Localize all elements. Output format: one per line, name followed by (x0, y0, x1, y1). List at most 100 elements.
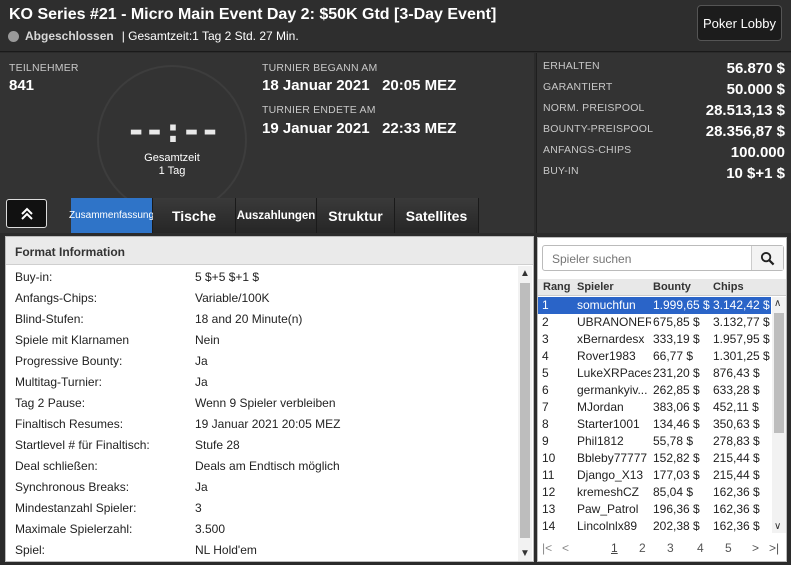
player-rank: 12 (542, 485, 556, 499)
player-search-input[interactable] (552, 252, 752, 266)
player-chips: 876,43 $ (713, 366, 760, 380)
player-rank: 11 (542, 468, 555, 482)
player-list-panel: Rang Spieler Bounty Chips 1 somuchfun 1.99… (537, 237, 787, 562)
format-row-label: Mindestanzahl Spieler: (15, 501, 137, 515)
stat-label: NORM. PREISPOOL (543, 102, 645, 114)
player-bounty: 177,03 $ (653, 468, 700, 482)
column-player[interactable]: Spieler (577, 281, 614, 293)
tab-payouts[interactable]: Auszahlungen (236, 198, 317, 233)
collapse-button[interactable] (6, 199, 47, 228)
player-row[interactable]: 9 Phil1812 55,78 $ 278,83 $ (538, 433, 771, 450)
status-row: Abgeschlossen | Gesamtzeit:1 Tag 2 Std. … (8, 29, 299, 43)
player-row[interactable]: 4 Rover1983 66,77 $ 1.301,25 $ (538, 348, 771, 365)
clock-digits: --:-- (125, 111, 220, 151)
player-bounty: 383,06 $ (653, 400, 700, 414)
scroll-up-icon[interactable]: ▲ (520, 268, 530, 279)
format-row-label: Spiele mit Klarnamen (15, 333, 130, 347)
player-table-header: Rang Spieler Bounty Chips (538, 279, 786, 296)
player-rank: 2 (542, 315, 549, 329)
format-row-label: Startlevel # für Finaltisch: (15, 438, 150, 452)
player-rank: 1 (542, 298, 549, 312)
player-row[interactable]: 12 kremeshCZ 85,04 $ 162,36 $ (538, 484, 771, 501)
stat-label: GARANTIERT (543, 81, 613, 93)
started-label: TURNIER BEGANN AM (262, 62, 378, 74)
player-name: Starter1001 (577, 417, 640, 431)
player-row[interactable]: 7 MJordan 383,06 $ 452,11 $ (538, 399, 771, 416)
player-name: Paw_Patrol (577, 502, 639, 516)
search-button[interactable] (751, 246, 783, 270)
player-rank: 5 (542, 366, 549, 380)
stat-prize-pool: NORM. PREISPOOL 28.513,13 $ (543, 102, 785, 119)
player-chips: 215,44 $ (713, 468, 760, 482)
format-row-value: 5 $+5 $+1 $ (195, 270, 260, 284)
column-chips[interactable]: Chips (713, 281, 744, 293)
format-row-value: Variable/100K (195, 291, 270, 305)
format-row-value: Ja (195, 480, 208, 494)
player-bounty: 1.999,65 $ (653, 298, 710, 312)
player-row[interactable]: 1 somuchfun 1.999,65 $3.142,42 $ (538, 297, 771, 314)
player-bounty: 152,82 $ (653, 451, 700, 465)
player-rank: 8 (542, 417, 549, 431)
player-name: Rover1983 (577, 349, 636, 363)
format-row-value: Nein (195, 333, 220, 347)
page-4[interactable]: 4 (697, 541, 704, 555)
format-row-value: NL Hold'em (195, 543, 257, 557)
scroll-up-icon[interactable]: ∧ (774, 298, 781, 309)
player-row[interactable]: 11 Django_X13 177,03 $ 215,44 $ (538, 467, 771, 484)
player-row[interactable]: 13 Paw_Patrol 196,36 $ 162,36 $ (538, 501, 771, 518)
player-rank: 14 (542, 519, 556, 533)
scroll-down-icon[interactable]: ▼ (520, 548, 530, 559)
poker-lobby-button[interactable]: Poker Lobby (697, 5, 782, 41)
player-chips: 3.142,42 $ (713, 298, 770, 312)
player-scrollbar[interactable]: ∧ ∨ (772, 297, 786, 533)
player-row[interactable]: 5 LukeXRPaces 231,20 $ 876,43 $ (538, 365, 771, 382)
column-rank[interactable]: Rang (543, 281, 571, 293)
player-rank: 7 (542, 400, 549, 414)
format-row-label: Progressive Bounty: (15, 354, 123, 368)
player-chips: 350,63 $ (713, 417, 760, 431)
player-row[interactable]: 8 Starter1001 134,46 $ 350,63 $ (538, 416, 771, 433)
stat-received: ERHALTEN 56.870 $ (543, 60, 785, 77)
next-page-icon[interactable]: > (752, 541, 759, 555)
format-row-label: Buy-in: (15, 270, 53, 284)
tab-satellites[interactable]: Satellites (395, 198, 479, 233)
format-row-label: Tag 2 Pause: (15, 396, 86, 410)
player-rank: 9 (542, 434, 549, 448)
player-chips: 1.957,95 $ (713, 332, 770, 346)
player-rank: 6 (542, 383, 549, 397)
prize-stats: ERHALTEN 56.870 $ GARANTIERT 50.000 $ NO… (536, 53, 791, 233)
stat-value: 28.513,13 $ (705, 102, 785, 119)
format-scrollbar[interactable]: ▲ ▼ (518, 266, 532, 561)
player-row[interactable]: 3 xBernardesx 333,19 $ 1.957,95 $ (538, 331, 771, 348)
tab-tables[interactable]: Tische (153, 198, 236, 233)
player-bounty: 231,20 $ (653, 366, 700, 380)
page-2[interactable]: 2 (639, 541, 646, 555)
page-1[interactable]: 1 (611, 541, 618, 555)
page-3[interactable]: 3 (667, 541, 674, 555)
player-row[interactable]: 2 UBRANONER 675,85 $ 3.132,77 $ (538, 314, 771, 331)
player-row[interactable]: 14 Lincolnlx89 202,38 $ 162,36 $ (538, 518, 771, 535)
tab-structure[interactable]: Struktur (317, 198, 395, 233)
player-chips: 633,28 $ (713, 383, 760, 397)
tab-summary[interactable]: Zusammenfassung (69, 198, 154, 233)
scrollbar-thumb[interactable] (774, 313, 784, 433)
column-bounty[interactable]: Bounty (653, 281, 691, 293)
participants-value: 841 (9, 77, 35, 94)
scroll-down-icon[interactable]: ∨ (774, 521, 781, 532)
scrollbar-thumb[interactable] (520, 283, 530, 538)
stat-label: BUY-IN (543, 165, 579, 177)
page-5[interactable]: 5 (725, 541, 732, 555)
first-page-icon[interactable]: |< (542, 541, 552, 555)
format-row-value: Wenn 9 Spieler verbleiben (195, 396, 336, 410)
format-row-label: Deal schließen: (15, 459, 98, 473)
player-row[interactable]: 6 germankyiv... 262,85 $ 633,28 $ (538, 382, 771, 399)
format-row-label: Synchronous Breaks: (15, 480, 130, 494)
last-page-icon[interactable]: >| (769, 541, 779, 555)
player-chips: 452,11 $ (713, 400, 759, 414)
player-chips: 162,36 $ (713, 502, 760, 516)
player-name: LukeXRPaces (577, 366, 651, 380)
player-row[interactable]: 10 Bbleby77777 152,82 $ 215,44 $ (538, 450, 771, 467)
prev-page-icon[interactable]: < (562, 541, 569, 555)
participants-label: TEILNEHMER (9, 62, 79, 74)
clock-caption-title: Gesamtzeit (144, 152, 200, 164)
